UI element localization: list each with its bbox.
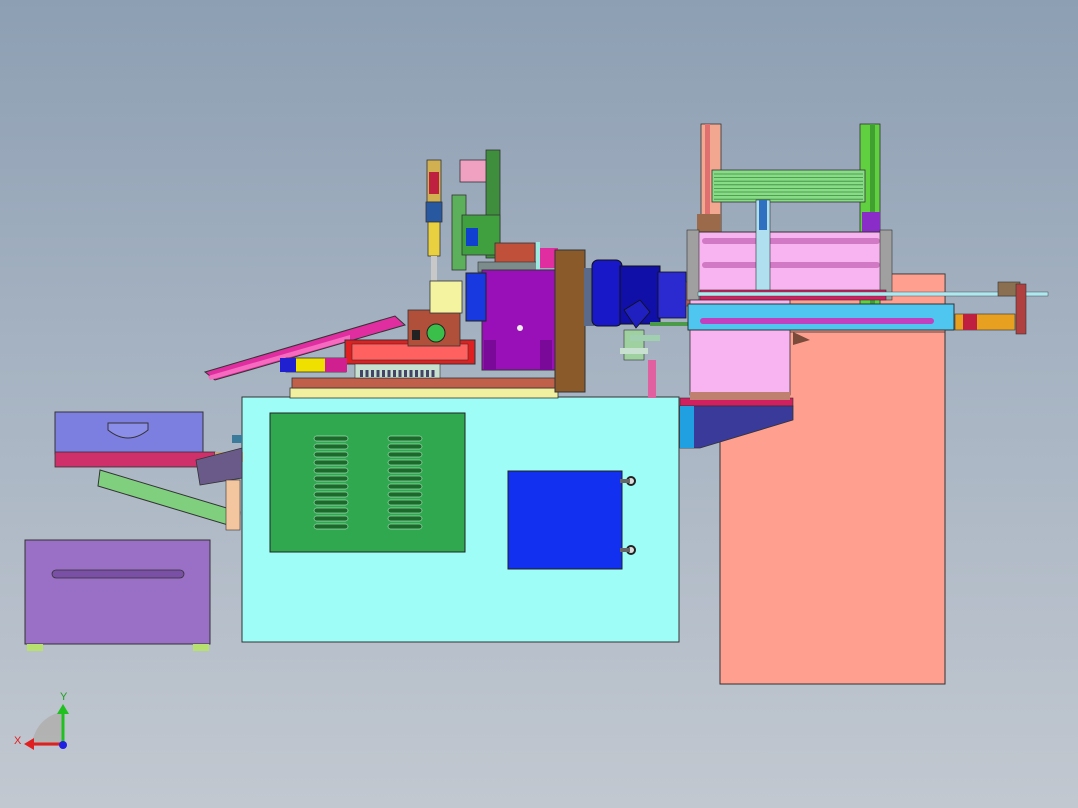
- gear-row: [354, 363, 441, 379]
- spindle-housing: [465, 249, 586, 393]
- axis-triad-icon[interactable]: X Y: [14, 691, 69, 750]
- vent-slot-icon: [387, 435, 423, 442]
- vent-slot-icon: [313, 483, 349, 490]
- lower-drawer: [24, 539, 211, 651]
- vent-slot-icon: [313, 443, 349, 450]
- vent-slot-icon: [387, 443, 423, 450]
- vent-slot-icon: [313, 515, 349, 522]
- vent-slot-icon: [387, 475, 423, 482]
- axis-x-label: X: [14, 735, 22, 747]
- vent-slot-icon: [387, 523, 423, 530]
- vent-slot-icon: [313, 475, 349, 482]
- vent-slot-icon: [387, 483, 423, 490]
- gear-tooth: [426, 370, 429, 377]
- vent-slot-icon: [387, 451, 423, 458]
- vent-panel: [269, 412, 466, 553]
- gear-tooth: [382, 370, 385, 377]
- vent-slot-icon: [313, 435, 349, 442]
- gear-tooth: [415, 370, 418, 377]
- vent-slot-icon: [313, 523, 349, 530]
- axis-y-label: Y: [60, 691, 68, 703]
- machine-drawing: X Y: [14, 123, 1049, 750]
- vent-slot-icon: [313, 507, 349, 514]
- vent-slot-icon: [387, 499, 423, 506]
- vent-slot-icon: [313, 491, 349, 498]
- motor: [584, 259, 699, 398]
- upper-mechanism: [451, 149, 558, 273]
- gear-tooth: [409, 370, 413, 377]
- gear-tooth: [376, 370, 380, 377]
- gear-tooth: [431, 370, 435, 377]
- cad-viewport[interactable]: X Y: [0, 0, 1078, 808]
- gear-tooth: [393, 370, 396, 377]
- vent-slot-icon: [313, 451, 349, 458]
- vent-slot-icon: [313, 467, 349, 474]
- gear-tooth: [398, 370, 402, 377]
- control-box: [507, 470, 636, 570]
- vent-slot-icon: [387, 491, 423, 498]
- vent-slot-icon: [313, 459, 349, 466]
- vent-slot-icon: [387, 507, 423, 514]
- vent-slot-icon: [387, 467, 423, 474]
- gear-tooth: [360, 370, 363, 377]
- vent-slot-icon: [387, 515, 423, 522]
- base-plate-brown: [291, 377, 558, 389]
- gear-tooth: [387, 370, 391, 377]
- gear-tooth: [371, 370, 374, 377]
- gear-tooth: [404, 370, 407, 377]
- vent-slot-icon: [387, 459, 423, 466]
- gear-tooth: [420, 370, 424, 377]
- vent-slot-icon: [313, 499, 349, 506]
- base-plate-yellow: [289, 387, 559, 399]
- gear-tooth: [365, 370, 369, 377]
